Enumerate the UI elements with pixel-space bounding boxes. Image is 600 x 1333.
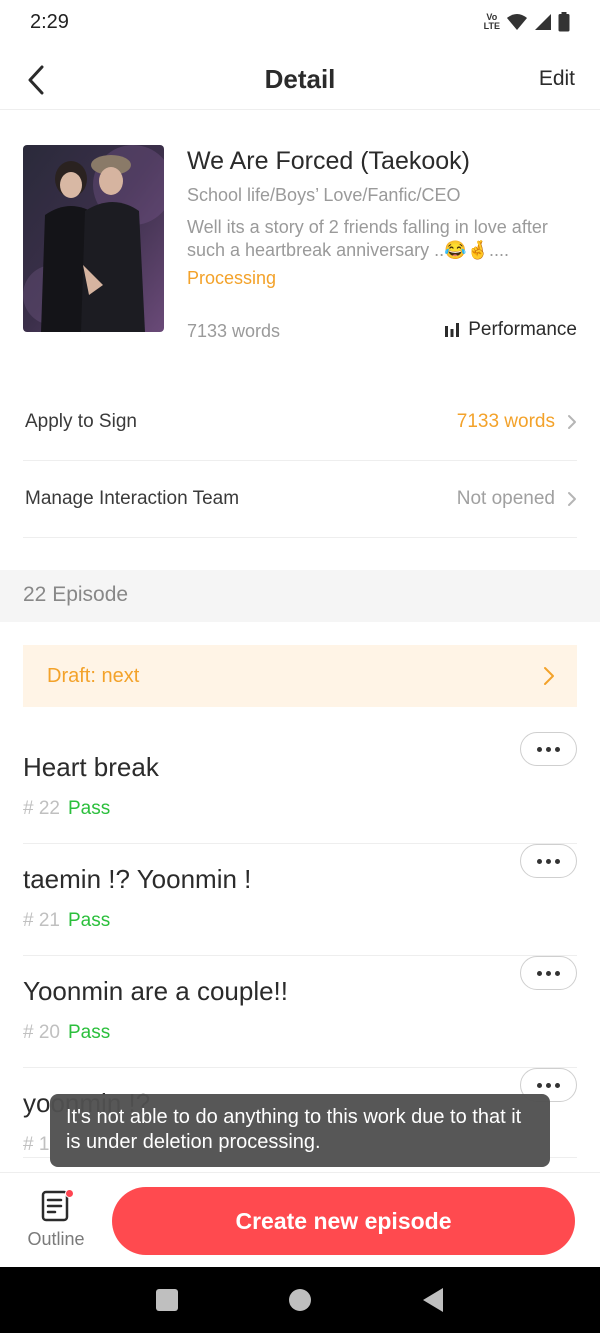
episode-number: # 20 <box>23 1022 60 1043</box>
chevron-right-icon <box>568 415 576 429</box>
outline-label: Outline <box>27 1229 85 1249</box>
episode-item[interactable]: Heart break # 22 Pass <box>23 732 577 844</box>
more-options-button[interactable] <box>520 956 577 990</box>
performance-button[interactable]: Performance <box>444 319 577 341</box>
episode-status: Pass <box>67 1022 111 1043</box>
notification-dot <box>65 1189 74 1198</box>
create-new-episode-button[interactable]: Create new episode <box>112 1187 575 1255</box>
episode-item[interactable]: taemin !? Yoonmin ! # 21 Pass <box>23 844 577 956</box>
battery-icon <box>558 12 570 32</box>
more-icon <box>537 858 542 864</box>
book-status: Processing <box>187 268 277 288</box>
episode-title: taemin !? Yoonmin ! <box>23 864 252 894</box>
episode-status: Pass <box>67 910 111 931</box>
manage-interaction-team-row[interactable]: Manage Interaction Team Not opened <box>23 461 577 538</box>
status-time: 2:29 <box>30 10 69 33</box>
page-title: Detail <box>264 64 336 94</box>
book-cover-image[interactable] <box>23 145 164 332</box>
apply-to-sign-row[interactable]: Apply to Sign 7133 words <box>23 384 577 461</box>
toast-message: It's not able to do anything to this wor… <box>50 1094 550 1167</box>
book-info: We Are Forced (Taekook) School life/Boys… <box>23 145 577 345</box>
draft-banner[interactable]: Draft: next <box>23 645 577 707</box>
status-icons: Vo LTE <box>484 12 570 32</box>
more-icon <box>537 746 542 752</box>
draft-label: Draft: next <box>47 664 140 687</box>
episode-status: Pass <box>67 798 111 819</box>
episode-number: # 22 <box>23 798 60 819</box>
episode-count: 22 Episode <box>23 583 129 606</box>
episode-title: Heart break <box>23 752 159 782</box>
row-label: Manage Interaction Team <box>25 488 240 509</box>
outline-button[interactable]: Outline <box>22 1189 90 1259</box>
recents-icon[interactable] <box>155 1288 179 1312</box>
episode-number: # 1 <box>23 1134 50 1155</box>
row-value: 7133 words <box>456 411 555 432</box>
signal-icon <box>535 14 551 30</box>
volte-icon: Vo LTE <box>483 12 500 31</box>
header: Detail Edit <box>0 50 600 110</box>
more-options-button[interactable] <box>520 732 577 766</box>
episode-title: Yoonmin are a couple!! <box>23 976 289 1006</box>
episode-item[interactable]: Yoonmin are a couple!! # 20 Pass <box>23 956 577 1068</box>
bar-chart-icon <box>445 323 460 337</box>
back-nav-icon[interactable] <box>421 1287 445 1313</box>
more-icon <box>537 970 542 976</box>
book-title: We Are Forced (Taekook) <box>187 147 470 175</box>
row-label: Apply to Sign <box>25 411 137 432</box>
more-options-button[interactable] <box>520 844 577 878</box>
book-tags: School life/Boys’ Love/Fanfic/CEO <box>187 185 461 205</box>
edit-button[interactable]: Edit <box>539 67 575 91</box>
chevron-right-icon <box>544 667 554 685</box>
episodes-section-header: 22 Episode <box>0 570 600 622</box>
more-icon <box>537 1082 542 1088</box>
wifi-icon <box>507 14 527 30</box>
bottom-action-bar: Outline Create new episode <box>0 1172 600 1267</box>
book-word-count: 7133 words <box>187 321 281 341</box>
episode-number: # 21 <box>23 910 60 931</box>
home-icon[interactable] <box>288 1288 312 1312</box>
chevron-right-icon <box>568 492 576 506</box>
row-value: Not opened <box>456 488 555 509</box>
book-description: Well its a story of 2 friends falling in… <box>187 217 548 260</box>
status-bar: 2:29 Vo LTE <box>0 0 600 44</box>
system-nav-bar <box>0 1267 600 1333</box>
performance-label: Performance <box>468 319 577 340</box>
